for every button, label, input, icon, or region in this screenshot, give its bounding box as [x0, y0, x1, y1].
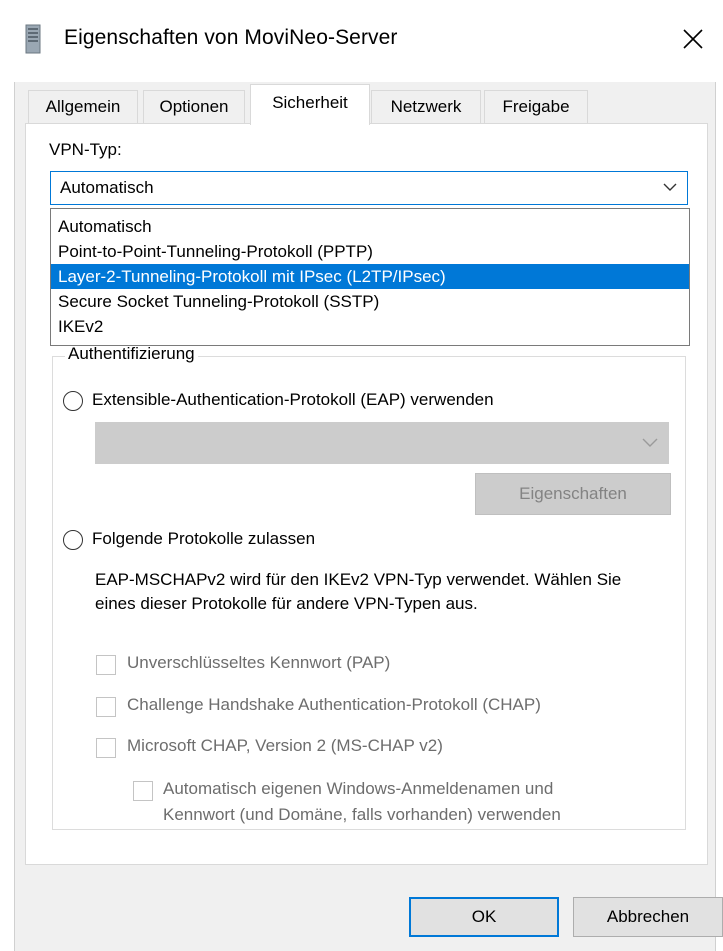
tab-netzwerk[interactable]: Netzwerk [371, 90, 481, 123]
pap-checkbox[interactable] [96, 655, 116, 675]
mschap-checkbox[interactable] [96, 738, 116, 758]
eap-radio-label[interactable]: Extensible-Authentication-Protokoll (EAP… [92, 390, 494, 410]
tab-allgemein[interactable]: Allgemein [28, 90, 138, 123]
chevron-down-icon [663, 183, 677, 191]
close-icon [683, 29, 703, 49]
tab-optionen[interactable]: Optionen [143, 90, 245, 123]
cancel-button[interactable]: Abbrechen [573, 897, 723, 937]
vpn-option-ikev2[interactable]: IKEv2 [51, 314, 689, 339]
chap-checkbox-label[interactable]: Challenge Handshake Authentication-Proto… [127, 695, 541, 715]
auto-logon-label-line1[interactable]: Automatisch eigenen Windows-Anmeldenamen… [163, 779, 553, 799]
mschap-checkbox-label[interactable]: Microsoft CHAP, Version 2 (MS-CHAP v2) [127, 736, 443, 756]
tab-sicherheit[interactable]: Sicherheit [250, 84, 370, 125]
chap-checkbox[interactable] [96, 697, 116, 717]
eap-properties-button[interactable]: Eigenschaften [475, 473, 671, 515]
tab-freigabe[interactable]: Freigabe [484, 90, 588, 123]
vpn-type-select[interactable]: Automatisch [50, 171, 688, 205]
vpn-option-pptp[interactable]: Point-to-Point-Tunneling-Protokoll (PPTP… [51, 239, 689, 264]
window-title: Eigenschaften von MoviNeo-Server [64, 26, 398, 49]
vpn-type-label: VPN-Typ: [49, 140, 122, 159]
close-button[interactable] [668, 14, 718, 64]
auth-legend: Authentifizierung [65, 344, 198, 364]
vpn-type-selected-value: Automatisch [60, 178, 154, 197]
pap-checkbox-label[interactable]: Unverschlüsseltes Kennwort (PAP) [127, 653, 390, 673]
chevron-down-icon [642, 438, 658, 447]
eap-method-select[interactable] [95, 422, 669, 464]
protocols-radio-label[interactable]: Folgende Protokolle zulassen [92, 529, 315, 549]
vpn-type-dropdown-list: Automatisch Point-to-Point-Tunneling-Pro… [50, 208, 690, 346]
vpn-option-l2tp[interactable]: Layer-2-Tunneling-Protokoll mit IPsec (L… [51, 264, 689, 289]
auto-logon-label-line2[interactable]: Kennwort (und Domäne, falls vorhanden) v… [163, 805, 561, 825]
server-icon [22, 24, 44, 54]
protocols-radio[interactable] [63, 530, 83, 550]
auto-logon-checkbox[interactable] [133, 781, 153, 801]
vpn-option-sstp[interactable]: Secure Socket Tunneling-Protokoll (SSTP) [51, 289, 689, 314]
protocol-info-text: EAP-MSCHAPv2 wird für den IKEv2 VPN-Typ … [95, 570, 622, 613]
eap-radio[interactable] [63, 391, 83, 411]
ok-button[interactable]: OK [409, 897, 559, 937]
vpn-option-automatisch[interactable]: Automatisch [51, 214, 689, 239]
